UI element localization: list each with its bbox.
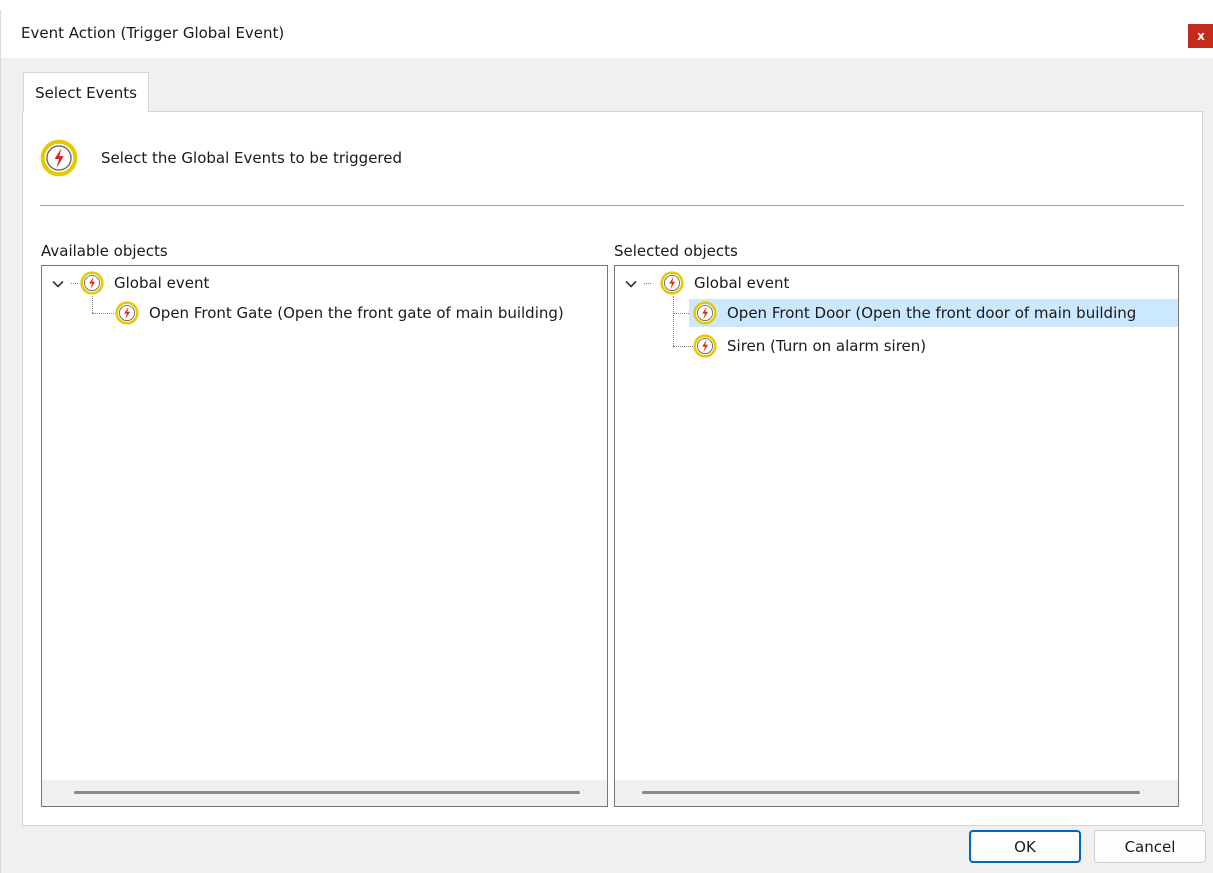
tree-node-label: Open Front Gate (Open the front gate of … [149,304,564,322]
tree-node-open-front-gate[interactable]: Open Front Gate (Open the front gate of … [115,299,564,327]
tree-connector [673,296,674,346]
tree-node-label: Open Front Door (Open the front door of … [727,304,1137,322]
global-event-icon [80,271,104,295]
title-bar: Event Action (Trigger Global Event) x [1,10,1213,58]
cancel-button-label: Cancel [1124,837,1176,856]
scrollbar-thumb[interactable] [642,791,1140,794]
tree-node-label: Global event [694,274,790,292]
instruction-text: Select the Global Events to be triggered [101,149,403,167]
tree-node-global-event[interactable]: Global event [660,269,789,297]
tree-connector [644,283,651,284]
global-event-icon [660,271,684,295]
scrollbar-thumb[interactable] [74,791,580,794]
close-button[interactable]: x [1188,24,1213,48]
tree-connector [92,313,114,314]
event-action-dialog: Event Action (Trigger Global Event) x Se… [0,10,1213,873]
tree-connector [92,296,93,313]
cancel-button[interactable]: Cancel [1094,830,1206,863]
global-event-icon [693,301,717,325]
select-events-panel: Select the Global Events to be triggered… [22,111,1203,826]
chevron-down-icon[interactable] [625,280,637,288]
tree-node-label: Global event [114,274,210,292]
ok-button[interactable]: OK [969,830,1081,863]
tree-node-open-front-door[interactable]: Open Front Door (Open the front door of … [689,299,1178,327]
separator [40,205,1184,206]
horizontal-scrollbar[interactable] [615,780,1178,806]
tree-node-label: Siren (Turn on alarm siren) [727,337,927,355]
tree-connector [71,283,78,284]
tree-node-global-event[interactable]: Global event [80,269,209,297]
close-icon: x [1197,29,1205,43]
available-objects-tree[interactable]: Global event Open Front Gate (Open the f… [41,265,608,807]
tab-select-events[interactable]: Select Events [23,72,149,112]
available-objects-label: Available objects [41,242,168,260]
global-event-icon [693,334,717,358]
ok-button-label: OK [1014,837,1036,856]
global-event-icon [40,139,78,177]
tab-label: Select Events [35,83,137,102]
chevron-down-icon[interactable] [52,280,64,288]
global-event-icon [115,301,139,325]
dialog-title: Event Action (Trigger Global Event) [21,24,285,42]
tree-connector [673,346,693,347]
selected-objects-label: Selected objects [614,242,738,260]
selected-objects-tree[interactable]: Global event Open Front Door (Open the f… [614,265,1179,807]
tree-node-siren[interactable]: Siren (Turn on alarm siren) [693,332,926,360]
horizontal-scrollbar[interactable] [42,780,607,806]
